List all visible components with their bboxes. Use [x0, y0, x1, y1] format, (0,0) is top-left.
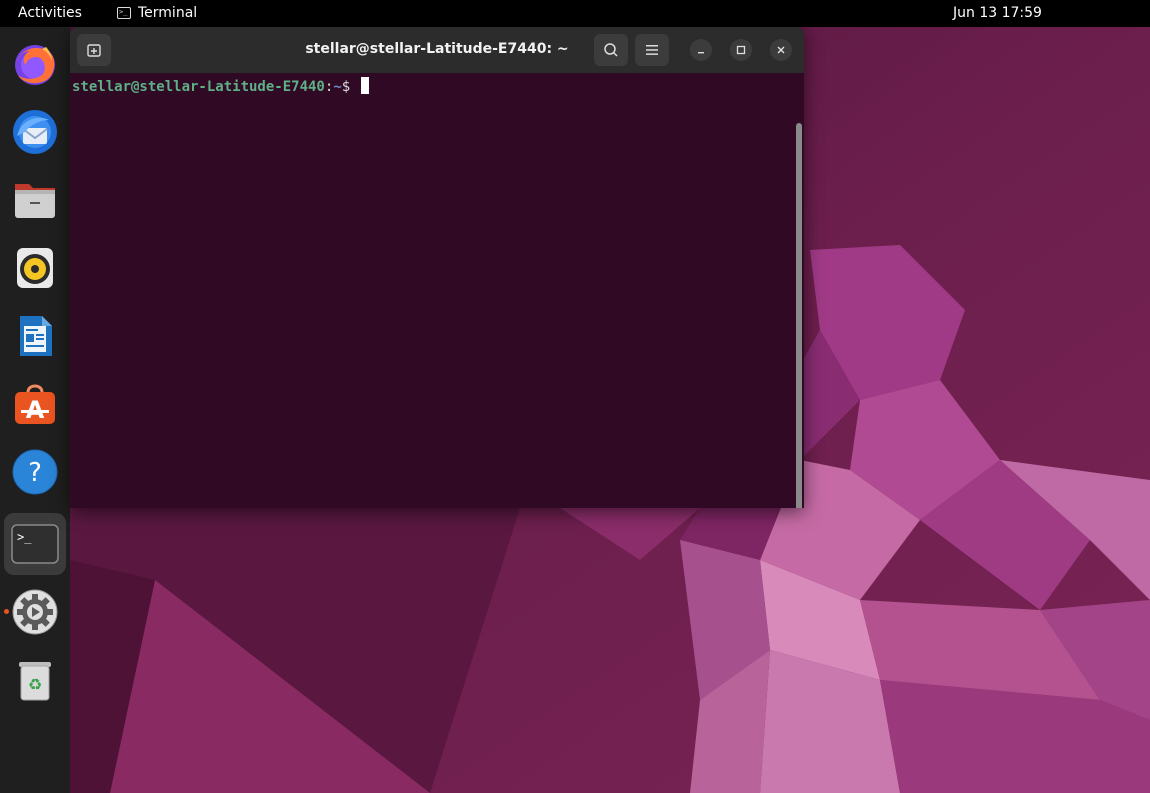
dock-item-help[interactable]: ?	[8, 445, 62, 499]
minimize-button[interactable]	[690, 39, 712, 61]
minimize-icon	[698, 52, 704, 54]
app-menu-label: Terminal	[138, 5, 198, 21]
clock[interactable]: Jun 13 17:59	[953, 5, 1042, 21]
dock-item-files[interactable]	[8, 173, 62, 227]
close-icon	[777, 46, 785, 54]
prompt-path: ~	[333, 79, 342, 95]
dock-item-rhythmbox[interactable]	[8, 241, 62, 295]
menu-button[interactable]	[635, 34, 669, 66]
firefox-icon	[15, 45, 55, 85]
dock-item-thunderbird[interactable]	[8, 105, 62, 159]
dock-item-software[interactable]: A	[8, 377, 62, 431]
help-icon: ?	[12, 449, 58, 495]
rhythmbox-icon	[17, 248, 53, 288]
search-button[interactable]	[594, 34, 628, 66]
maximize-icon	[736, 45, 746, 55]
top-bar: Activities >_ Terminal Jun 13 17:59	[0, 0, 1150, 27]
scrollbar[interactable]	[796, 123, 802, 508]
writer-icon	[20, 316, 52, 356]
window-titlebar[interactable]: stellar@stellar-Latitude-E7440: ~	[70, 27, 804, 73]
software-icon: A	[15, 384, 55, 424]
svg-text:?: ?	[28, 458, 42, 488]
files-icon	[15, 184, 55, 218]
terminal-icon: >_	[117, 7, 131, 19]
close-button[interactable]	[770, 39, 792, 61]
dock-item-trash[interactable]: ♻	[8, 653, 62, 707]
activities-button[interactable]: Activities	[18, 5, 82, 21]
terminal-icon: >_	[11, 524, 59, 564]
trash-icon: ♻	[19, 662, 51, 701]
dock-item-settings[interactable]	[8, 585, 62, 639]
thunderbird-icon	[13, 110, 57, 154]
dock-item-firefox[interactable]	[8, 37, 62, 91]
maximize-button[interactable]	[730, 39, 752, 61]
svg-text:♻: ♻	[28, 675, 42, 694]
terminal-output[interactable]: stellar@stellar-Latitude-E7440:~$	[70, 73, 804, 508]
text-cursor	[360, 77, 369, 94]
dock-item-terminal[interactable]: >_	[4, 513, 66, 575]
app-menu-button[interactable]: >_ Terminal	[117, 5, 197, 21]
search-icon	[604, 43, 618, 57]
prompt-user-host: stellar@stellar-Latitude-E7440	[72, 79, 325, 95]
svg-text:>_: >_	[17, 530, 32, 544]
prompt-symbol: $	[341, 79, 351, 95]
dock: A ? >_	[0, 27, 70, 793]
settings-icon	[12, 589, 58, 635]
prompt-line: stellar@stellar-Latitude-E7440:~$	[72, 77, 369, 96]
terminal-window[interactable]: stellar@stellar-Latitude-E7440: ~ stella…	[70, 27, 804, 508]
hamburger-menu-icon	[646, 45, 658, 55]
dock-item-writer[interactable]	[8, 309, 62, 363]
